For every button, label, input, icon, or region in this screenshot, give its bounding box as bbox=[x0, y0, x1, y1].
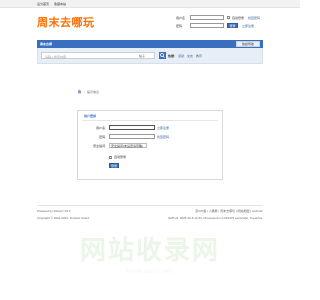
footer-left: Powered by Discuz! X3.4 Copyright © 2001… bbox=[37, 209, 90, 220]
breadcrumb: › 提示信息 bbox=[77, 89, 99, 94]
search-input[interactable]: 请输入搜索内容 bbox=[41, 52, 155, 59]
footer-powered-by: Powered by Discuz! X3.4 bbox=[37, 209, 71, 213]
panel-divider bbox=[82, 120, 218, 121]
top-links: 设为首页 收藏本站 bbox=[37, 2, 66, 6]
footer-right: 京ICP备 | 小黑屋 | 周末去哪玩 | 网站地图 | Archiver GM… bbox=[168, 209, 263, 220]
header-login-button[interactable]: 登录 bbox=[227, 23, 238, 28]
footer-divider bbox=[37, 205, 263, 206]
login-panel: 用户登录 用户名: 立即注册 密码: 找回密码 安全提问: 安全提问(未设置请忽… bbox=[77, 110, 223, 180]
login-panel-title: 用户登录 bbox=[84, 114, 97, 118]
search-bar: 请输入搜索内容 帖子 热搜: 活动 交友 教育 bbox=[37, 48, 263, 64]
password-input[interactable] bbox=[109, 134, 155, 139]
top-bar: 设为首页 收藏本站 bbox=[0, 0, 300, 8]
login-button[interactable]: 登录 bbox=[109, 163, 119, 168]
password-label: 密码: bbox=[99, 134, 106, 139]
watermark: 网站收录网 www.wzsl.net bbox=[0, 230, 300, 275]
header-auto-login-checkbox[interactable] bbox=[227, 16, 230, 19]
header-auto-login-label: 自动登录 bbox=[232, 15, 245, 20]
header-register-link[interactable]: 立即注册 bbox=[242, 24, 254, 28]
header-login-form: 用户名 自动登录 找回密码 密码 登录 立即注册 bbox=[176, 15, 266, 35]
quick-nav-button[interactable]: 快捷导航 bbox=[236, 41, 260, 47]
set-homepage-link[interactable]: 设为首页 bbox=[37, 2, 49, 6]
find-password-link[interactable]: 找回密码 bbox=[157, 135, 169, 139]
footer-stats: GMT+8, 2025-10-5 12:23, Processed in 0.0… bbox=[168, 216, 263, 220]
watermark-text: 网站收录网 bbox=[79, 235, 220, 265]
header-password-input[interactable] bbox=[190, 23, 224, 28]
search-button[interactable] bbox=[159, 52, 166, 59]
watermark-url: www.wzsl.net bbox=[125, 269, 174, 275]
breadcrumb-current: 提示信息 bbox=[87, 89, 100, 94]
hot-search-item[interactable]: 活动 bbox=[178, 54, 184, 58]
hot-search-item[interactable]: 交友 bbox=[187, 54, 193, 58]
hot-search-label: 热搜: bbox=[168, 54, 175, 58]
username-label: 用户名: bbox=[96, 125, 106, 130]
header-username-label: 用户名 bbox=[176, 15, 186, 20]
header-password-label: 密码 bbox=[176, 23, 183, 28]
footer-links[interactable]: 京ICP备 | 小黑屋 | 周末去哪玩 | 网站地图 | Archiver bbox=[168, 209, 263, 213]
site-logo[interactable]: 周末去哪玩 bbox=[37, 14, 95, 30]
username-input[interactable] bbox=[109, 125, 155, 130]
header-username-input[interactable] bbox=[190, 15, 224, 20]
search-placeholder: 请输入搜索内容 bbox=[45, 55, 67, 59]
header-find-password-link[interactable]: 找回密码 bbox=[248, 16, 260, 20]
security-question-select[interactable]: 安全提问(未设置请忽略) bbox=[109, 143, 147, 148]
main-navbar: 周末去哪 快捷导航 bbox=[37, 40, 263, 48]
hot-search-item[interactable]: 教育 bbox=[196, 54, 202, 58]
search-icon bbox=[160, 53, 165, 58]
auto-login-label: 自动登录 bbox=[114, 155, 127, 159]
breadcrumb-separator: › bbox=[84, 89, 85, 94]
footer-copyright: Copyright © 2001-2021, Tencent Cloud. bbox=[37, 216, 90, 220]
search-scope-select[interactable]: 帖子 bbox=[139, 54, 145, 58]
home-icon[interactable] bbox=[77, 89, 82, 94]
register-link[interactable]: 立即注册 bbox=[157, 126, 169, 130]
auto-login-checkbox[interactable] bbox=[109, 155, 112, 159]
hot-search: 热搜: 活动 交友 教育 bbox=[168, 54, 202, 58]
security-question-label: 安全提问: bbox=[93, 143, 106, 148]
bookmark-site-link[interactable]: 收藏本站 bbox=[54, 2, 66, 6]
nav-title[interactable]: 周末去哪 bbox=[40, 42, 52, 46]
